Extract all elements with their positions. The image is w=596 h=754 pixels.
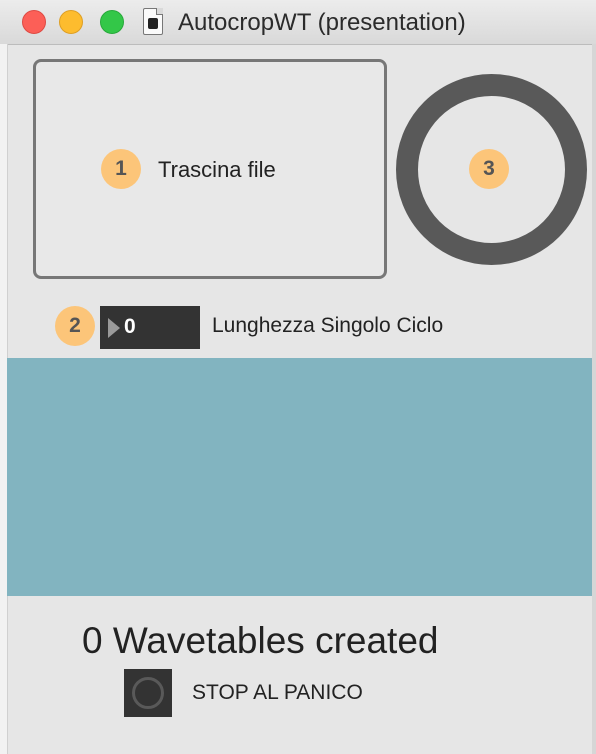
cycle-length-number-box[interactable]: 0 bbox=[100, 306, 200, 349]
drop-zone-label: Trascina file bbox=[158, 157, 276, 182]
panic-label: STOP AL PANICO bbox=[192, 681, 363, 704]
close-button[interactable] bbox=[22, 10, 46, 34]
waveform-display[interactable] bbox=[7, 358, 592, 596]
document-lock-icon bbox=[143, 8, 163, 35]
app-window: AutocropWT (presentation) 1 Trascina fil… bbox=[0, 0, 596, 754]
window-title: AutocropWT (presentation) bbox=[178, 9, 466, 36]
panic-toggle-button[interactable] bbox=[124, 669, 172, 717]
step-badge-2: 2 bbox=[55, 306, 95, 346]
toggle-circle-icon bbox=[132, 677, 164, 709]
zoom-button[interactable] bbox=[100, 10, 124, 34]
minimize-button[interactable] bbox=[59, 10, 83, 34]
step-badge-3: 3 bbox=[469, 149, 509, 189]
wavetables-created-count: 0 Wavetables created bbox=[82, 620, 439, 661]
number-box-arrow-icon bbox=[108, 318, 120, 338]
step-badge-1: 1 bbox=[101, 149, 141, 189]
window-edge bbox=[592, 44, 596, 754]
cycle-length-value: 0 bbox=[124, 315, 136, 338]
cycle-length-label: Lunghezza Singolo Ciclo bbox=[212, 314, 444, 337]
title-bar[interactable]: AutocropWT (presentation) bbox=[0, 0, 596, 45]
